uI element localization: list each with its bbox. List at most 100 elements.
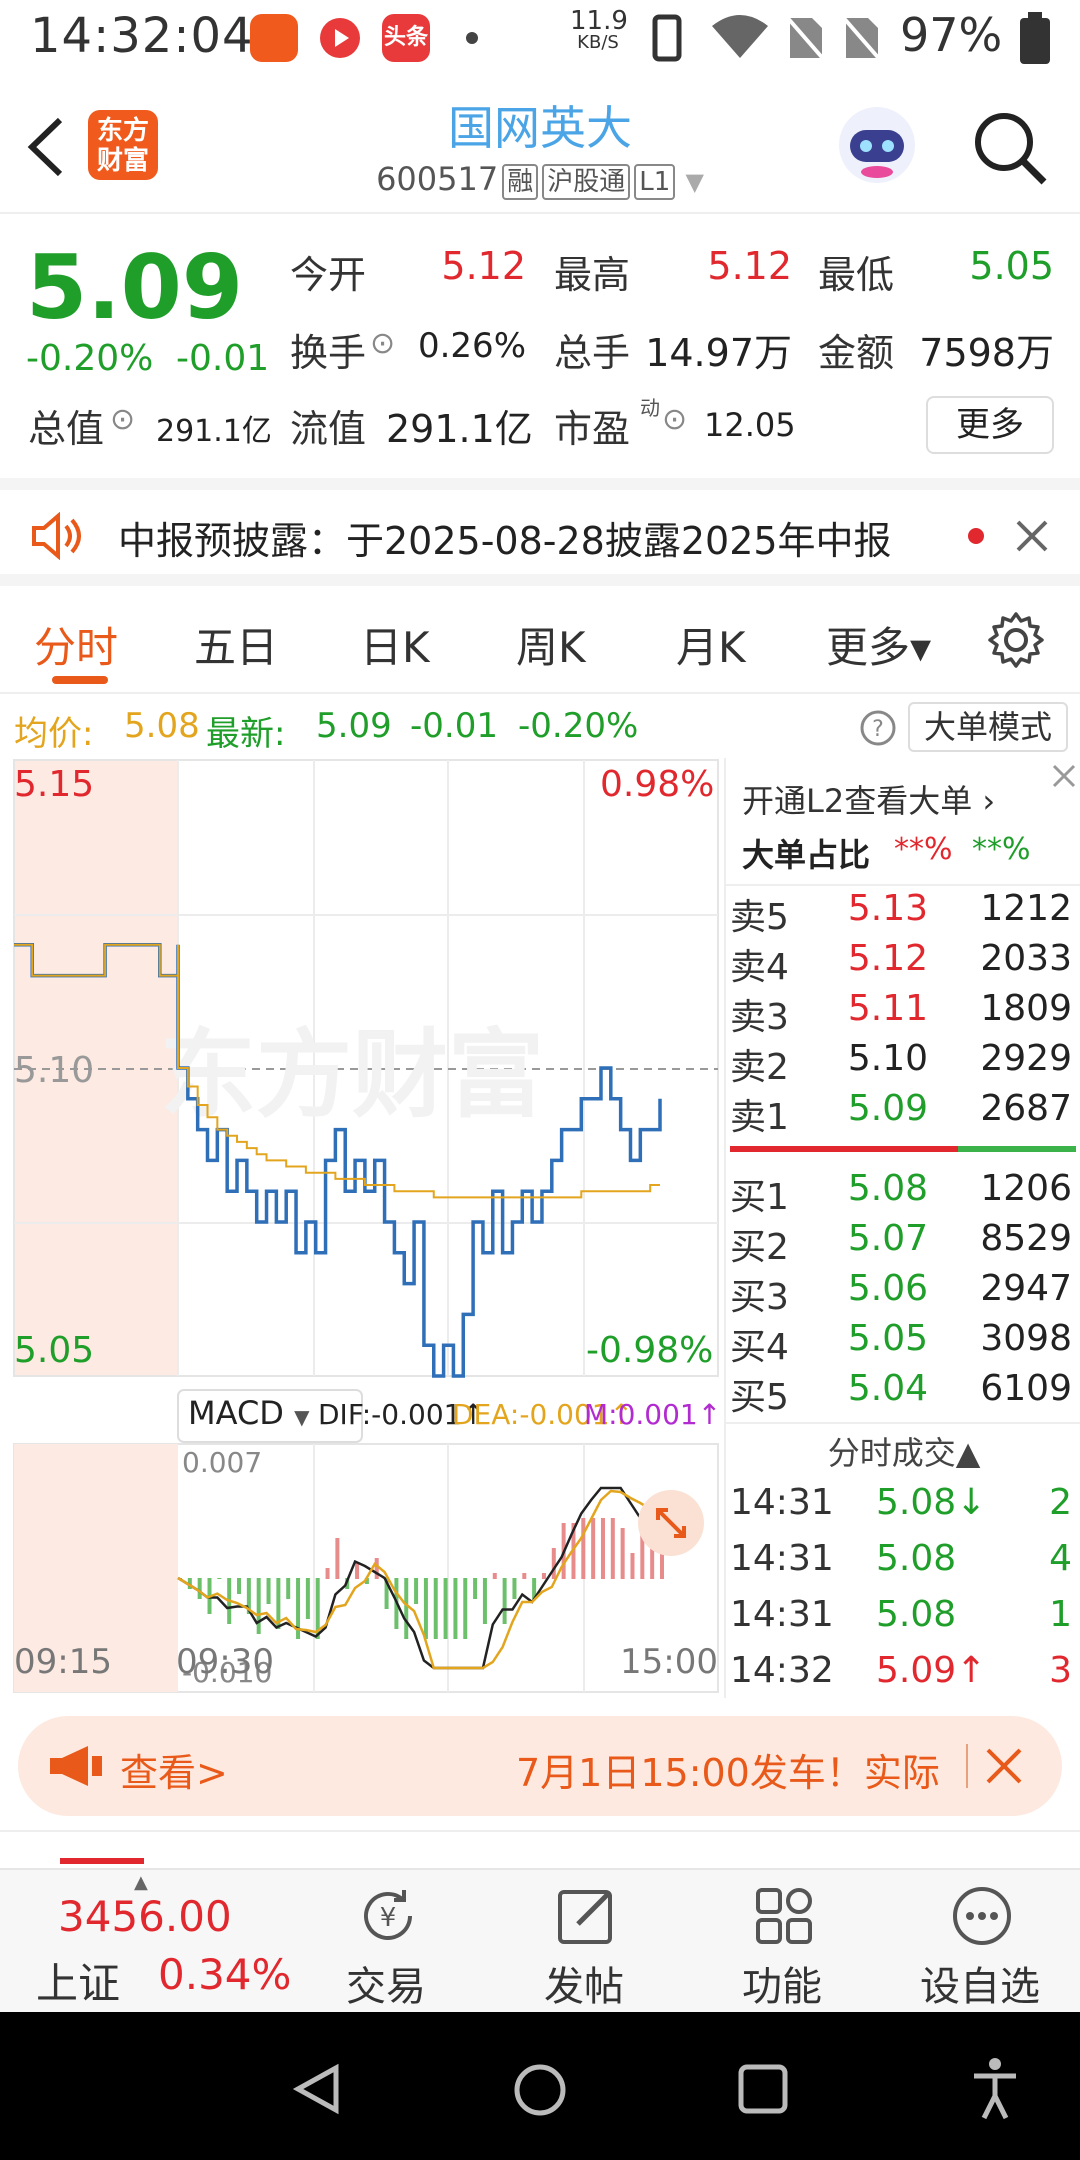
stock-code: 600517 (376, 160, 499, 198)
bid-volume: 8529 (980, 1218, 1072, 1259)
more-button[interactable]: 更多 (926, 396, 1054, 454)
bid-label: 买5 (730, 1377, 789, 1418)
ask-volume: 1212 (980, 888, 1072, 929)
nav-trade[interactable]: ¥ 交易 (306, 1870, 466, 2014)
bid-volume: 6109 (980, 1368, 1072, 1409)
trade-icon: ¥ (364, 1890, 412, 1940)
nav-add-watchlist-label: 设自选 (920, 1964, 1040, 2010)
latest-value: 5.09 (316, 706, 392, 746)
bid-price: 5.05 (847, 1318, 928, 1359)
help-icon[interactable]: ? (858, 708, 898, 748)
tab-more[interactable]: 更多▾ (826, 614, 931, 675)
open-label: 今开 (290, 253, 367, 297)
bid-row[interactable]: 买4 5.05 3098 (726, 1318, 1080, 1368)
nav-functions[interactable]: 功能 (702, 1870, 862, 2014)
system-nav-bar (0, 2012, 1080, 2160)
x-tick-1500: 15:00 (620, 1642, 718, 1682)
tab-weekly-k[interactable]: 周K (516, 614, 586, 675)
trade-row: 14:32 5.09↑ 3 (726, 1650, 1080, 1700)
index-ticker[interactable]: ▲ 3456.00 上证 0.34% (0, 1870, 291, 2014)
trade-volume: 2 (1049, 1482, 1072, 1523)
ask-row[interactable]: 卖1 5.09 2687 (726, 1088, 1080, 1138)
float-label: 流值 (290, 407, 367, 451)
tab-five-day[interactable]: 五日 (194, 614, 278, 675)
latest-label: 最新: (206, 714, 286, 754)
pe-label: 市盈 (554, 407, 631, 451)
bid-volume: 2947 (980, 1268, 1072, 1309)
chevron-right-icon: › (982, 782, 996, 820)
bid-row[interactable]: 买3 5.06 2947 (726, 1268, 1080, 1318)
macd-bar (443, 1578, 448, 1639)
pct-bottom-label: -0.98% (586, 1330, 714, 1371)
trades-header[interactable]: 分时成交▲ (726, 1428, 1080, 1474)
close-icon[interactable] (1046, 758, 1080, 794)
intraday-chart[interactable]: 东方财富 5.15 5.10 5.05 0.98% -0.98% MACD ▼ … (0, 758, 724, 1698)
banner-view-link[interactable]: 查看> (120, 1742, 228, 1797)
macd-bar (433, 1578, 438, 1639)
low-label: 最低 (818, 253, 895, 297)
wifi-icon (712, 15, 768, 58)
ask-row[interactable]: 卖5 5.13 1212 (726, 888, 1080, 938)
status-time: 14:32:04 (30, 8, 254, 64)
expand-chart-button[interactable] (638, 1490, 704, 1556)
macd-bar (600, 1518, 605, 1579)
macd-label-text: MACD (188, 1394, 284, 1432)
amount-value: 7598万 (919, 331, 1054, 375)
ask-row[interactable]: 卖2 5.10 2929 (726, 1038, 1080, 1088)
ask-volume: 2033 (980, 938, 1072, 979)
info-icon[interactable]: ⊙ (370, 326, 395, 361)
back-triangle-icon[interactable] (290, 2062, 344, 2116)
recents-square-icon[interactable] (736, 2062, 790, 2116)
close-icon[interactable] (1012, 516, 1052, 556)
trade-volume: 4 (1049, 1538, 1072, 1579)
quote-panel: 5.09 -0.20% -0.01 今开 5.12 最高 5.12 最低 5.0… (0, 216, 1080, 476)
big-order-mode-button[interactable]: 大单模式 (908, 702, 1068, 752)
info-icon[interactable]: ⊙ (110, 402, 135, 437)
bid-label: 买1 (730, 1177, 789, 1218)
l2-promo-text: 开通L2查看大单 (742, 782, 973, 820)
tab-daily-k[interactable]: 日K (360, 614, 430, 675)
ratio-label: 大单占比 (742, 836, 871, 874)
volume-value: 14.97万 (645, 331, 792, 375)
home-circle-icon[interactable] (512, 2062, 568, 2118)
macd-bar (473, 1578, 478, 1599)
ask-row[interactable]: 卖3 5.11 1809 (726, 988, 1080, 1038)
macd-bar (266, 1578, 271, 1604)
macd-dif-text: DIF:-0.001 (318, 1398, 462, 1431)
bid-label: 买4 (730, 1327, 789, 1368)
info-icon[interactable]: ⊙ (662, 402, 687, 437)
megaphone-icon (50, 1746, 102, 1786)
robot-assistant-icon[interactable] (834, 102, 920, 188)
l2-promo-link[interactable]: 开通L2查看大单 › (742, 776, 995, 822)
tab-intraday[interactable]: 分时 (34, 614, 118, 675)
unread-dot (968, 528, 984, 544)
bid-price: 5.07 (847, 1218, 928, 1259)
trade-row: 14:31 5.08 1 (726, 1594, 1080, 1644)
chart-tabs: 分时 五日 日K 周K 月K 更多▾ (0, 588, 1080, 694)
price-chart-svg[interactable]: 东方财富 (0, 758, 724, 1698)
ask-row[interactable]: 卖4 5.12 2033 (726, 938, 1080, 988)
notice-bar[interactable]: 中报预披露：于2025-08-28披露2025年中报 (0, 478, 1080, 586)
promo-banner[interactable]: 查看> 7月1日15:00发车！实际 (18, 1716, 1062, 1816)
bid-row[interactable]: 买1 5.08 1206 (726, 1168, 1080, 1218)
close-icon[interactable] (980, 1742, 1028, 1790)
tab-monthly-k[interactable]: 月K (676, 614, 746, 675)
turnover-value: 0.26% (417, 326, 526, 366)
latest-percent: -0.20% (518, 706, 639, 746)
search-icon[interactable] (970, 108, 1050, 188)
bid-row[interactable]: 买2 5.07 8529 (726, 1218, 1080, 1268)
accessibility-icon[interactable] (970, 2056, 1020, 2120)
up-arrow-icon: ↑ (697, 1398, 722, 1431)
speed-unit: KB/S (577, 32, 619, 53)
bid-row[interactable]: 买5 5.04 6109 (726, 1368, 1080, 1418)
stock-header: 东方 财富 国网英大 600517 融沪股通 L1 ▼ (0, 86, 1080, 214)
volume-label: 总手 (554, 331, 631, 375)
macd-bar (512, 1578, 517, 1599)
ask-label: 卖1 (730, 1097, 789, 1138)
nav-add-watchlist[interactable]: 设自选 (900, 1870, 1060, 2014)
nav-post[interactable]: 发帖 (504, 1870, 664, 2014)
bid-volume: 3098 (980, 1318, 1072, 1359)
trade-time: 14:31 (730, 1482, 834, 1523)
macd-label[interactable]: MACD ▼ (188, 1394, 309, 1432)
gear-icon[interactable] (986, 610, 1046, 670)
